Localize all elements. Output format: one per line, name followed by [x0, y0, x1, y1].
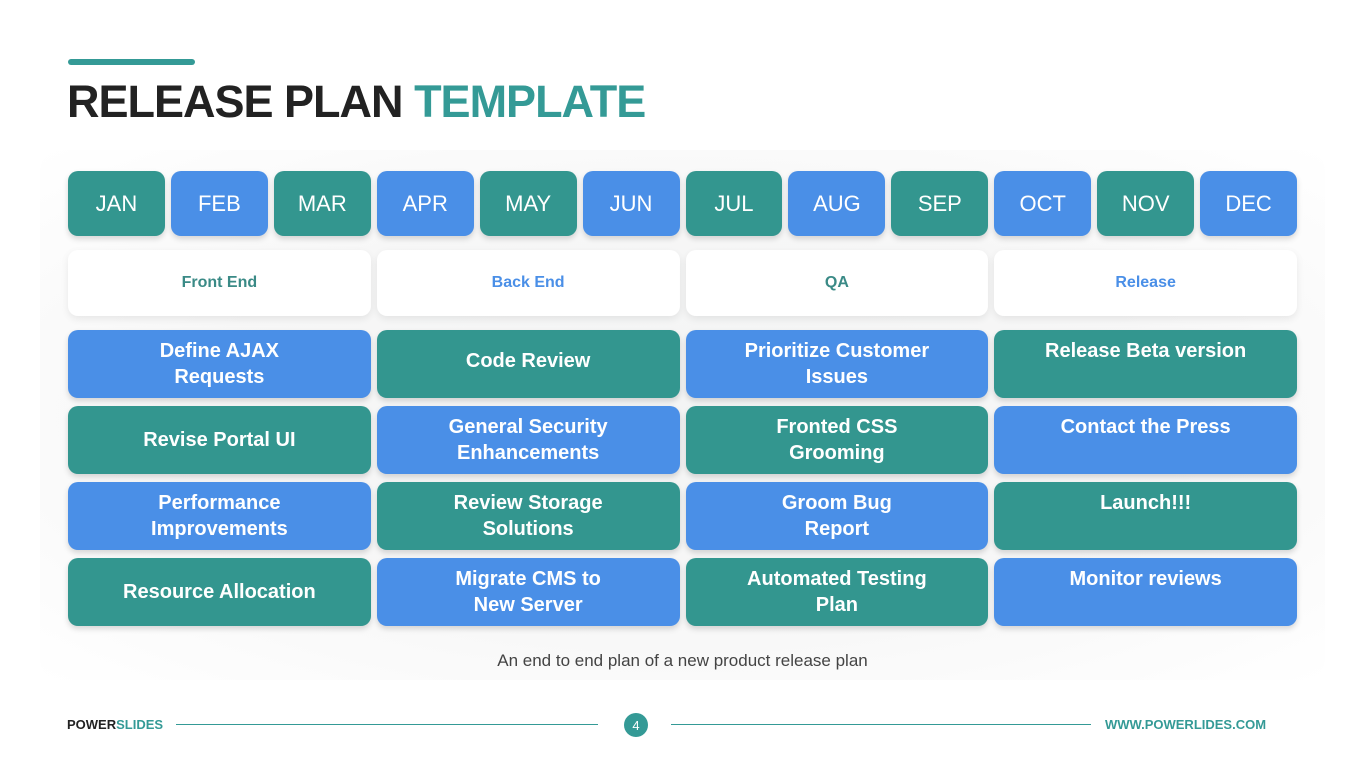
month-cell: AUG: [788, 171, 886, 236]
task-card: Prioritize Customer Issues: [685, 330, 989, 398]
month-cell: MAY: [479, 171, 577, 236]
task-card: Code Review: [376, 330, 680, 398]
task-card: Define AJAX Requests: [68, 330, 371, 398]
task-card: General Security Enhancements: [376, 406, 680, 474]
task-card: Groom Bug Report: [685, 482, 989, 550]
phase-qa: QA: [685, 250, 989, 316]
month-cell: NOV: [1097, 171, 1195, 236]
month-cell: APR: [376, 171, 474, 236]
footer-url: WWW.POWERLIDES.COM: [1105, 717, 1267, 732]
title-main: RELEASE PLAN: [67, 76, 404, 127]
month-cell: DEC: [1200, 171, 1298, 236]
task-card: Fronted CSS Grooming: [685, 406, 989, 474]
task-card: Migrate CMS to New Server: [376, 558, 680, 626]
footer-brand-logo: POWERSLIDES: [67, 717, 163, 732]
slide-subtitle: An end to end plan of a new product rele…: [497, 651, 868, 670]
task-card: Review Storage Solutions: [376, 482, 680, 550]
task-card: Revise Portal UI: [68, 406, 371, 474]
month-cell: JUN: [582, 171, 680, 236]
phase-header-row: Front End Back End QA Release: [68, 250, 1297, 316]
task-card: Monitor reviews: [994, 558, 1297, 626]
month-cell: JUL: [685, 171, 783, 236]
task-card: Contact the Press: [994, 406, 1297, 474]
task-grid: Define AJAX Requests Code Review Priorit…: [68, 330, 1297, 626]
month-cell: JAN: [68, 171, 165, 236]
month-cell: FEB: [170, 171, 268, 236]
footer-divider-left: [176, 724, 598, 725]
footer-divider-right: [671, 724, 1091, 725]
brand-accent: SLIDES: [116, 717, 164, 732]
page-number-badge: 4: [624, 713, 648, 737]
task-card: Performance Improvements: [68, 482, 371, 550]
page-title: RELEASE PLAN TEMPLATE: [67, 76, 646, 128]
month-cell: MAR: [273, 171, 371, 236]
phase-front-end: Front End: [68, 250, 371, 316]
title-accent: TEMPLATE: [414, 76, 646, 127]
title-accent-bar: [68, 59, 195, 65]
month-header-row: JAN FEB MAR APR MAY JUN JUL AUG SEP OCT …: [68, 171, 1298, 236]
task-card: Resource Allocation: [68, 558, 371, 626]
task-card: Automated Testing Plan: [685, 558, 989, 626]
phase-release: Release: [994, 250, 1297, 316]
task-card: Release Beta version: [994, 330, 1297, 398]
phase-back-end: Back End: [376, 250, 680, 316]
brand-main: POWER: [67, 717, 117, 732]
month-cell: SEP: [891, 171, 989, 236]
month-cell: OCT: [994, 171, 1092, 236]
task-card: Launch!!!: [994, 482, 1297, 550]
